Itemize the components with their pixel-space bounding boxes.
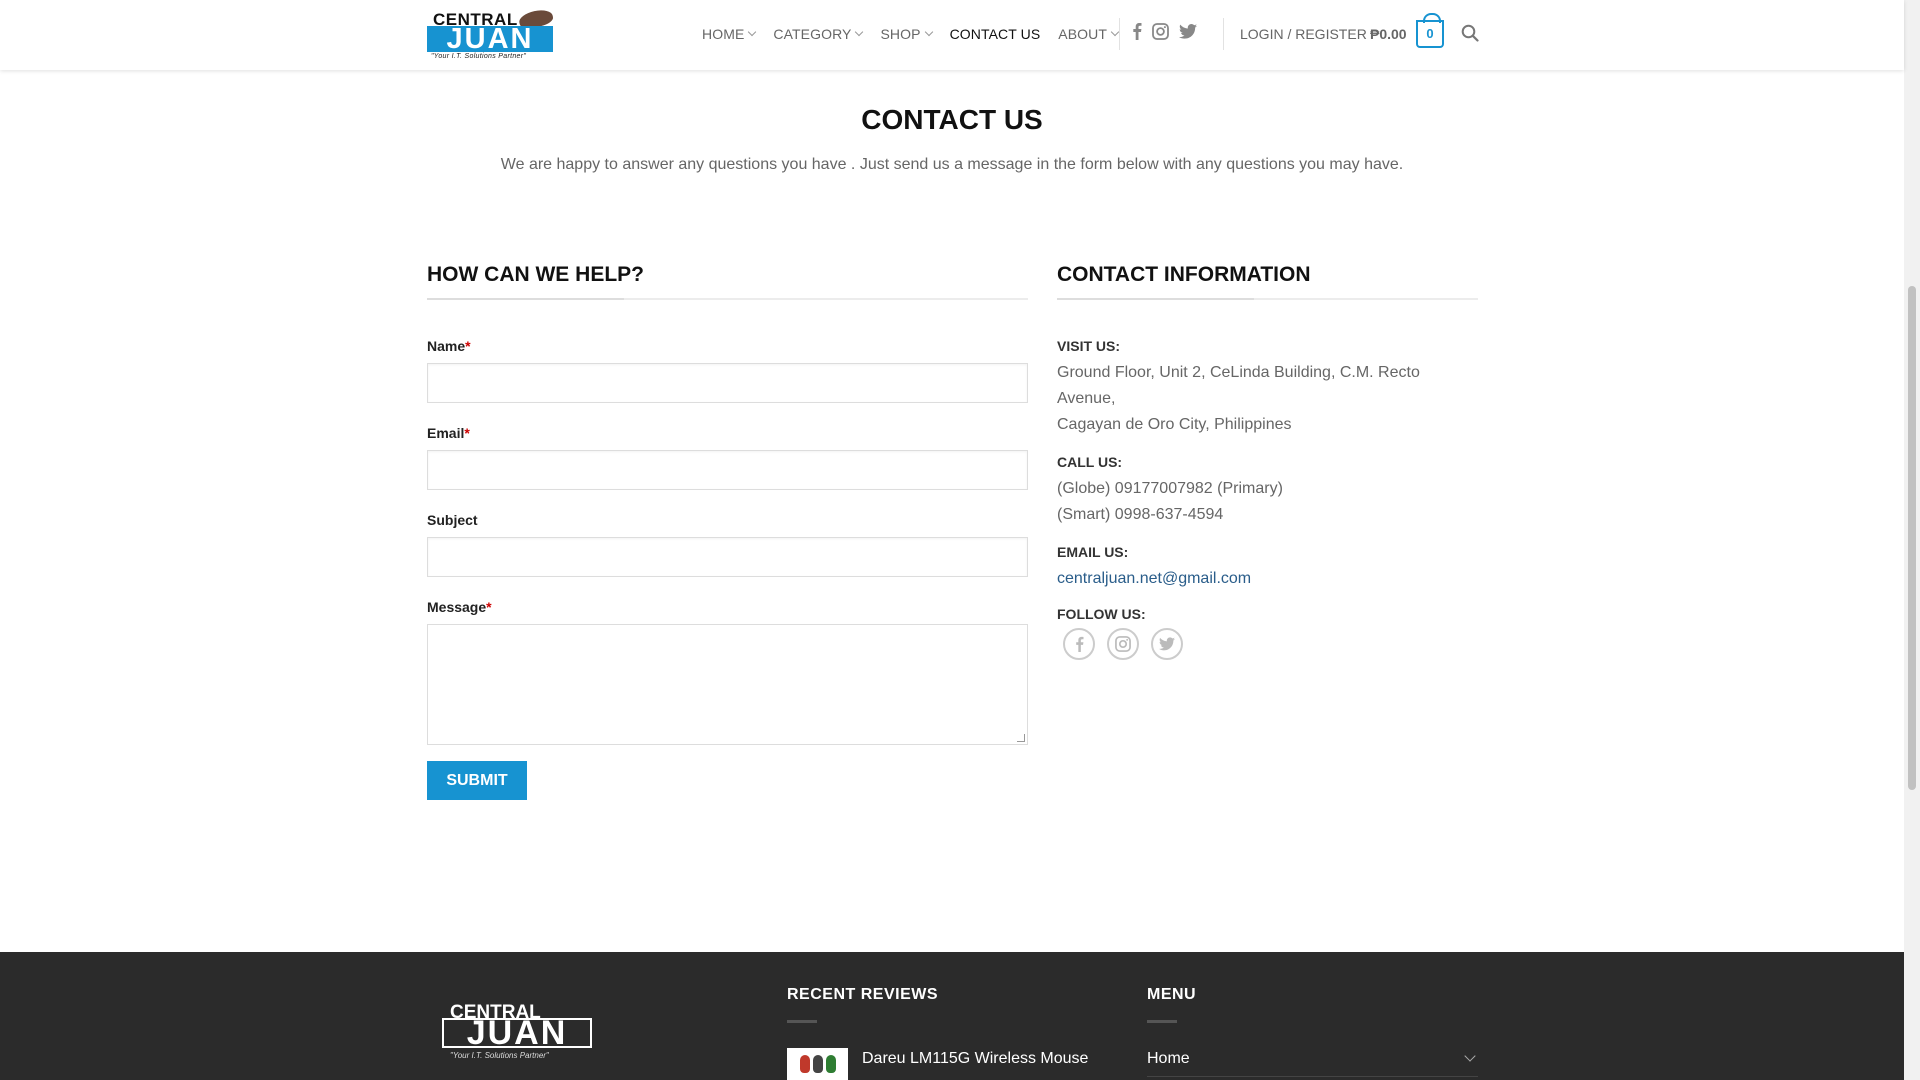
chevron-down-icon xyxy=(748,27,757,37)
page-intro: We are happy to answer any questions you… xyxy=(500,156,1404,173)
facebook-icon[interactable] xyxy=(1132,22,1142,40)
nav-about-label: ABOUT xyxy=(1058,26,1108,42)
follow-label: FOLLOW US: xyxy=(1057,606,1146,622)
nav-home-label: HOME xyxy=(702,26,745,42)
chevron-down-icon xyxy=(924,27,933,37)
heading-underline xyxy=(1147,1020,1177,1023)
email-label: Email* xyxy=(427,425,1028,441)
cart-count: 0 xyxy=(1426,26,1434,41)
review-item-link[interactable]: Dareu LM115G Wireless Mouse xyxy=(862,1050,1088,1068)
message-field[interactable] xyxy=(427,624,1028,745)
footer-logo[interactable]: CENTRAL JUAN "Your I.T. Solutions Partne… xyxy=(442,1002,592,1060)
page-scrollbar[interactable] xyxy=(1904,0,1920,1080)
section-divider xyxy=(1057,298,1478,300)
login-register-link[interactable]: LOGIN / REGISTER xyxy=(1240,26,1367,42)
required-mark: * xyxy=(486,599,492,615)
twitter-icon[interactable] xyxy=(1179,23,1197,39)
form-heading: HOW CAN WE HELP? xyxy=(427,263,644,286)
site-header: CENTRAL JUAN "Your I.T. Solutions Partne… xyxy=(0,0,1904,70)
twitter-icon xyxy=(1159,637,1175,651)
recent-reviews-heading: RECENT REVIEWS xyxy=(787,986,939,1003)
section-divider xyxy=(427,298,1028,300)
submit-button[interactable]: SUBMIT xyxy=(427,761,527,800)
nav-about[interactable]: ABOUT xyxy=(1058,26,1120,42)
contact-form: HOW CAN WE HELP? Name* Email* Subject Me… xyxy=(427,262,1028,800)
logo-tagline: "Your I.T. Solutions Partner" xyxy=(431,53,527,60)
required-mark: * xyxy=(464,425,470,441)
nav-category-label: CATEGORY xyxy=(773,26,852,42)
menu-divider xyxy=(1147,1076,1478,1077)
footer-logo-main-text: JUAN xyxy=(442,1016,592,1050)
site-footer: CENTRAL JUAN "Your I.T. Solutions Partne… xyxy=(0,952,1904,1080)
facebook-circle-button[interactable] xyxy=(1063,628,1095,660)
heading-underline xyxy=(787,1020,817,1023)
call-label: CALL US: xyxy=(1057,454,1123,470)
search-icon[interactable] xyxy=(1461,24,1479,42)
name-field[interactable] xyxy=(427,363,1028,403)
nav-divider xyxy=(1119,18,1120,50)
chevron-down-icon xyxy=(1110,27,1120,37)
review-product-thumbnail[interactable] xyxy=(787,1048,848,1080)
instagram-icon xyxy=(1115,636,1131,652)
footer-menu-home[interactable]: Home xyxy=(1147,1050,1190,1068)
email-label: EMAIL US: xyxy=(1057,544,1129,560)
chevron-down-icon[interactable] xyxy=(1464,1050,1476,1062)
nav-shop-label: SHOP xyxy=(880,26,921,42)
nav-shop[interactable]: SHOP xyxy=(880,26,933,42)
nav-category[interactable]: CATEGORY xyxy=(773,26,864,42)
instagram-icon[interactable] xyxy=(1152,22,1169,40)
page-title: CONTACT US xyxy=(861,104,1043,135)
nav-divider xyxy=(1223,18,1224,50)
main-nav: HOME CATEGORY SHOP CONTACT US ABOUT xyxy=(702,26,1136,42)
site-logo[interactable]: CENTRAL JUAN "Your I.T. Solutions Partne… xyxy=(427,7,555,60)
contact-heading: CONTACT INFORMATION xyxy=(1057,263,1311,286)
resize-handle[interactable] xyxy=(1017,734,1025,742)
mouse-thumb-dark xyxy=(812,1055,823,1073)
footer-logo-tagline: "Your I.T. Solutions Partner" xyxy=(450,1051,549,1060)
scrollbar-thumb[interactable] xyxy=(1908,286,1916,790)
header-social xyxy=(1132,22,1197,40)
subject-field[interactable] xyxy=(427,537,1028,577)
logo-main-text: JUAN xyxy=(427,25,553,54)
subject-label: Subject xyxy=(427,512,1028,528)
visit-label: VISIT US: xyxy=(1057,338,1121,354)
chevron-down-icon xyxy=(855,27,864,37)
twitter-circle-button[interactable] xyxy=(1151,628,1183,660)
cart-total[interactable]: ₱0.00 xyxy=(1370,26,1407,42)
required-mark: * xyxy=(465,338,471,354)
nav-contact-us-label: CONTACT US xyxy=(949,26,1041,42)
email-label-text: Email xyxy=(427,425,465,441)
subject-label-text: Subject xyxy=(427,512,478,528)
name-label: Name* xyxy=(427,338,1028,354)
cart-icon[interactable]: 0 xyxy=(1416,13,1444,48)
email-field[interactable] xyxy=(427,450,1028,490)
contact-information: CONTACT INFORMATION VISIT US: Ground Flo… xyxy=(1057,262,1478,660)
instagram-circle-button[interactable] xyxy=(1107,628,1139,660)
address-line-1: Ground Floor, Unit 2, CeLinda Building, … xyxy=(1057,364,1420,407)
phone-smart: (Smart) 0998-637-4594 xyxy=(1057,506,1224,523)
message-label-text: Message xyxy=(427,599,487,615)
message-label: Message* xyxy=(427,599,1028,615)
nav-home[interactable]: HOME xyxy=(702,26,757,42)
phone-globe: (Globe) 09177007982 (Primary) xyxy=(1057,480,1283,497)
facebook-icon xyxy=(1075,636,1083,652)
email-link[interactable]: centraljuan.net@gmail.com xyxy=(1057,566,1478,592)
address-line-2: Cagayan de Oro City, Philippines xyxy=(1057,416,1292,433)
follow-icons xyxy=(1063,628,1478,660)
mouse-thumb-red xyxy=(799,1055,810,1073)
mouse-thumb-green xyxy=(825,1055,836,1073)
address: Ground Floor, Unit 2, CeLinda Building, … xyxy=(1057,360,1478,438)
nav-contact-us[interactable]: CONTACT US xyxy=(950,26,1041,42)
menu-heading: MENU xyxy=(1147,986,1197,1003)
phones: (Globe) 09177007982 (Primary) (Smart) 09… xyxy=(1057,476,1478,528)
name-label-text: Name xyxy=(427,338,466,354)
